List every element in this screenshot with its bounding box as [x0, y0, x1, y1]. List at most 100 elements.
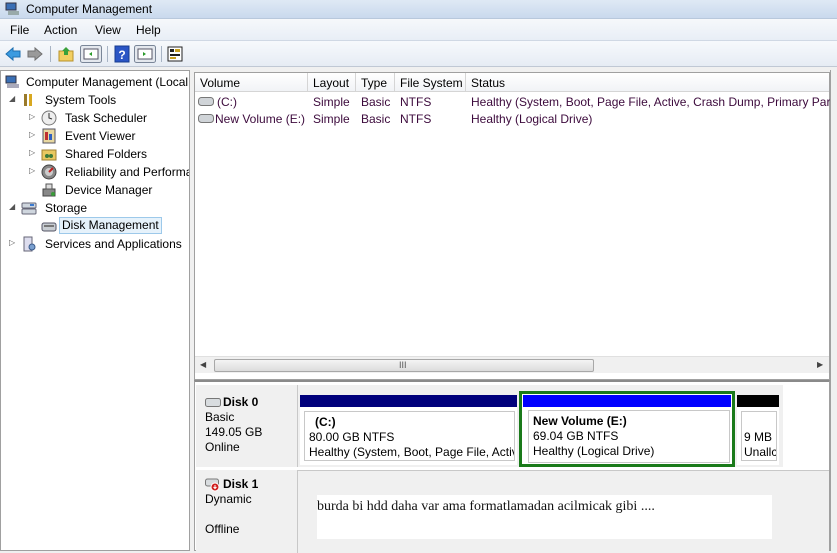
svg-text:?: ?	[118, 48, 125, 62]
partition-label: (C:)	[315, 415, 336, 429]
partition-details: New Volume (E:) 69.04 GB NTFS Healthy (L…	[528, 410, 730, 463]
partition-details: (C:) 80.00 GB NTFS Healthy (System, Boot…	[304, 411, 515, 461]
menu-action[interactable]: Action	[44, 23, 77, 37]
scrollbar-thumb[interactable]: III	[214, 359, 594, 372]
disk-type: Basic	[205, 410, 235, 424]
cell-type: Basic	[361, 95, 391, 109]
disk-offline-icon	[205, 478, 220, 492]
tools-icon	[24, 94, 32, 106]
partition-label: New Volume (E:)	[533, 414, 627, 428]
disk-state: Online	[205, 440, 240, 454]
partition-status: Unallc	[744, 445, 777, 459]
show-hide-console-tree-icon[interactable]	[80, 45, 102, 63]
toolbar: ?	[0, 41, 837, 67]
shared-folder-icon	[41, 149, 57, 161]
partition-color-bar	[523, 395, 731, 407]
tree-item-system-tools[interactable]: ◢ System Tools	[9, 91, 189, 109]
disk-0-partitions: (C:) 80.00 GB NTFS Healthy (System, Boot…	[298, 385, 783, 467]
console-tree: Computer Management (Local ◢ System Tool…	[0, 70, 190, 551]
help-icon[interactable]: ?	[113, 45, 131, 63]
back-icon[interactable]	[4, 45, 22, 63]
collapsed-arrow-icon[interactable]: ▷	[29, 113, 37, 121]
table-row[interactable]: New Volume (E:) Simple Basic NTFS Health…	[195, 110, 829, 127]
tree-item-shared-folders[interactable]: ▷ Shared Folders	[29, 145, 189, 163]
partition-label	[744, 415, 776, 430]
tree-item-services-applications[interactable]: ▷ Services and Applications	[9, 235, 189, 253]
menu-file[interactable]: File	[10, 23, 29, 37]
disk-size	[205, 507, 297, 522]
menu-view[interactable]: View	[95, 23, 121, 37]
tree-item-event-viewer[interactable]: ▷ Event Viewer	[29, 127, 189, 145]
partition-unallocated[interactable]: 9 MB Unallc	[737, 395, 779, 465]
partition-size: 9 MB	[744, 430, 773, 444]
disk-icon	[205, 398, 221, 407]
properties-icon[interactable]	[166, 45, 184, 63]
forward-icon[interactable]	[26, 45, 44, 63]
partition-status: Healthy (Logical Drive)	[533, 444, 655, 458]
partition-c[interactable]: (C:) 80.00 GB NTFS Healthy (System, Boot…	[300, 395, 517, 465]
disk-1-info[interactable]: Disk 1 Dynamic Offline	[196, 470, 298, 553]
title-bar: Computer Management	[0, 0, 837, 19]
tree-item-reliability-performance[interactable]: ▷ Reliability and Performa	[29, 163, 189, 181]
scrollbar-grip: III	[399, 360, 407, 370]
disk-name: Disk 1	[223, 477, 259, 491]
tree-root[interactable]: Computer Management (Local	[4, 73, 189, 91]
collapsed-arrow-icon[interactable]: ▷	[29, 131, 37, 139]
partition-color-bar	[737, 395, 779, 407]
collapsed-arrow-icon[interactable]: ▷	[29, 167, 37, 175]
computer-management-icon	[5, 75, 19, 88]
drive-icon	[198, 114, 214, 123]
tree-item-label: Shared Folders	[65, 147, 148, 161]
up-folder-icon[interactable]	[57, 45, 75, 63]
disk-state: Offline	[205, 522, 240, 536]
tree-item-label: Storage	[45, 201, 88, 215]
collapsed-arrow-icon[interactable]: ▷	[29, 149, 37, 157]
show-hide-action-pane-icon[interactable]	[134, 45, 156, 63]
scroll-right-icon[interactable]: ▶	[817, 360, 823, 369]
collapsed-arrow-icon[interactable]: ▷	[9, 239, 17, 247]
partition-e[interactable]: New Volume (E:) 69.04 GB NTFS Healthy (L…	[519, 391, 735, 467]
window-title: Computer Management	[26, 2, 153, 16]
tree-item-label: Event Viewer	[65, 129, 136, 143]
tree-item-disk-management[interactable]: Disk Management	[29, 217, 189, 235]
computer-management-icon	[5, 2, 19, 15]
tree-item-storage[interactable]: ◢ Storage	[9, 199, 189, 217]
tree-item-device-manager[interactable]: Device Manager	[29, 181, 189, 199]
scroll-left-icon[interactable]: ◀	[200, 360, 206, 369]
menu-bar: File Action View Help	[0, 19, 837, 41]
disk-management-icon	[41, 222, 57, 232]
cell-file-system: NTFS	[400, 95, 432, 109]
expanded-arrow-icon[interactable]: ◢	[9, 95, 17, 103]
expanded-arrow-icon[interactable]: ◢	[9, 203, 17, 211]
disk-0-info[interactable]: Disk 0 Basic 149.05 GB Online	[196, 385, 298, 467]
table-row[interactable]: (C:) Simple Basic NTFS Healthy (System, …	[195, 93, 837, 110]
menu-help[interactable]: Help	[136, 23, 161, 37]
device-manager-icon	[42, 183, 56, 197]
tree-root-label: Computer Management (Local	[26, 75, 189, 89]
cell-file-system: NTFS	[400, 112, 432, 126]
horizontal-scrollbar[interactable]: ◀ III ▶	[195, 356, 829, 373]
column-header-status[interactable]: Status	[466, 73, 829, 92]
column-header-file-system[interactable]: File System	[395, 73, 466, 92]
column-header-volume[interactable]: Volume	[195, 73, 308, 92]
performance-icon	[41, 164, 57, 180]
partition-size: 69.04 GB NTFS	[533, 429, 619, 443]
volume-list-header: Volume Layout Type File System Status	[195, 73, 829, 92]
column-header-type[interactable]: Type	[356, 73, 395, 92]
cell-layout: Simple	[313, 95, 350, 109]
cell-layout: Simple	[313, 112, 350, 126]
tree-item-task-scheduler[interactable]: ▷ Task Scheduler	[29, 109, 189, 127]
disk-map: Disk 0 Basic 149.05 GB Online (C:) 80.00…	[194, 380, 830, 553]
partition-status: Healthy (System, Boot, Page File, Activ	[309, 445, 515, 459]
tree-item-label: Disk Management	[59, 217, 162, 234]
cell-volume: (C:)	[217, 95, 237, 109]
cell-type: Basic	[361, 112, 391, 126]
toolbar-separator	[161, 46, 162, 62]
tree-item-label: Reliability and Performa	[65, 165, 190, 179]
event-viewer-icon	[42, 128, 56, 144]
toolbar-separator	[107, 46, 108, 62]
tree-item-label: Device Manager	[65, 183, 153, 197]
partition-color-bar	[300, 395, 517, 407]
disk-type: Dynamic	[205, 492, 252, 506]
column-header-layout[interactable]: Layout	[308, 73, 356, 92]
